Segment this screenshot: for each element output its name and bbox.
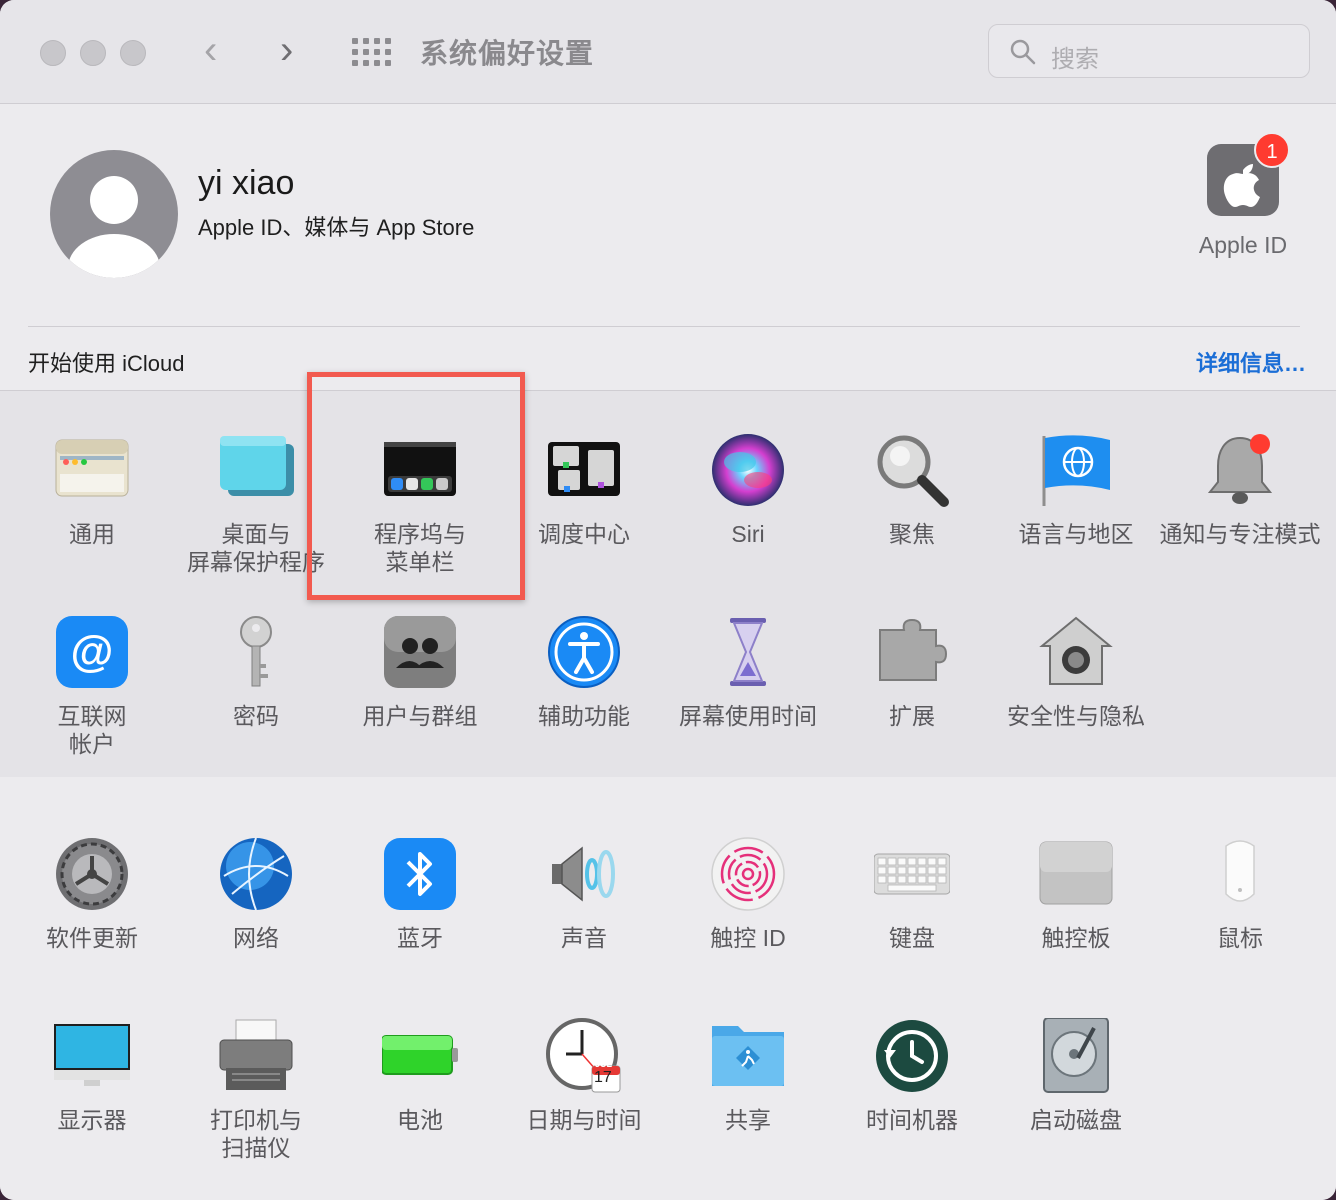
siri-icon — [712, 434, 784, 506]
search-placeholder: 搜索 — [1051, 46, 1099, 73]
close-window-button[interactable] — [40, 40, 66, 66]
battery-icon — [382, 1035, 458, 1075]
pane-label: 日期与时间 — [526, 1107, 642, 1133]
pane-label: 显示器 — [57, 1107, 127, 1133]
pane-label: 触控板 — [1041, 925, 1111, 951]
pane-label: 蓝牙 — [397, 925, 443, 951]
search-field[interactable]: 搜索 — [988, 24, 1310, 78]
calendar-day: 17 — [594, 1069, 612, 1086]
extensions-icon — [879, 618, 948, 681]
internet-accounts-icon: @ — [56, 616, 128, 688]
users-icon — [384, 616, 456, 688]
pane-label: 打印机与 扫描仪 — [210, 1107, 302, 1161]
language-icon — [1042, 435, 1110, 506]
pane-label: 辅助功能 — [538, 703, 630, 729]
desktop-icon — [220, 436, 294, 496]
pane-label: 语言与地区 — [1018, 521, 1134, 547]
details-link[interactable]: 详细信息… — [1196, 346, 1306, 378]
pane-label: 共享 — [725, 1107, 771, 1133]
sound-icon — [552, 846, 615, 902]
keyboard-icon — [874, 853, 950, 895]
user-name: yi xiao — [198, 164, 295, 202]
touch-id-icon — [711, 837, 785, 911]
show-all-grid-icon[interactable] — [352, 38, 391, 66]
mission-control-icon — [548, 442, 620, 496]
printers-icon — [219, 1019, 293, 1090]
pane-label: 通知与专注模式 — [1159, 521, 1321, 547]
user-avatar[interactable] — [50, 150, 178, 278]
person-silhouette-icon — [68, 176, 160, 278]
software-update-icon — [56, 838, 128, 910]
security-icon — [1039, 616, 1113, 685]
sharing-icon — [712, 1026, 784, 1086]
pane-label: 电池 — [397, 1107, 443, 1133]
passwords-icon — [240, 616, 272, 687]
pane-label: 扩展 — [889, 703, 935, 729]
time-machine-icon — [876, 1020, 948, 1092]
back-arrow-icon[interactable]: ‹ — [204, 30, 217, 70]
notification-badge: 1 — [1254, 132, 1290, 168]
window-title: 系统偏好设置 — [420, 38, 595, 69]
pane-label: 声音 — [561, 925, 607, 951]
pane-label: 互联网 帐户 — [57, 703, 127, 757]
pane-label: 用户与群组 — [362, 703, 478, 729]
pane-label: 启动磁盘 — [1030, 1107, 1122, 1133]
screen-time-icon — [730, 618, 766, 686]
startup-disk-icon — [1043, 1018, 1109, 1093]
pane-label: 鼠标 — [1217, 925, 1263, 951]
divider — [28, 326, 1300, 327]
trackpad-icon — [1039, 841, 1113, 905]
account-section: yi xiao Apple ID、媒体与 App Store 1 Apple I… — [0, 104, 1336, 391]
pane-label: 密码 — [233, 703, 279, 729]
pane-label: Siri — [731, 521, 765, 547]
pane-label: 聚焦 — [889, 521, 935, 547]
pane-label: 安全性与隐私 — [1007, 703, 1145, 729]
account-subtitle: Apple ID、媒体与 App Store — [198, 215, 475, 240]
pane-label: 屏幕使用时间 — [679, 703, 817, 729]
apple-id-label: Apple ID — [1198, 232, 1288, 258]
search-icon — [1010, 39, 1036, 65]
pane-label: 网络 — [233, 925, 279, 951]
general-icon — [55, 439, 129, 497]
forward-arrow-icon[interactable]: › — [280, 30, 293, 70]
svg-text:@: @ — [71, 627, 114, 676]
displays-icon — [54, 1024, 130, 1086]
mouse-icon — [1225, 840, 1255, 902]
pane-label: 触控 ID — [710, 925, 786, 951]
calendar-month: JUL — [595, 1059, 613, 1069]
accessibility-icon — [548, 616, 620, 688]
minimize-window-button[interactable] — [80, 40, 106, 66]
pane-label: 键盘 — [889, 925, 935, 951]
zoom-window-button[interactable] — [120, 40, 146, 66]
icloud-prompt: 开始使用 iCloud — [28, 351, 185, 376]
system-preferences-window: ‹ › 系统偏好设置 搜索 yi xiao Apple ID、媒体与 App S… — [0, 0, 1336, 1200]
bluetooth-icon — [384, 838, 456, 910]
spotlight-icon — [877, 435, 949, 507]
pane-label: 软件更新 — [46, 925, 138, 951]
pane-label: 时间机器 — [866, 1107, 958, 1133]
notifications-icon — [1207, 434, 1273, 504]
network-icon — [220, 837, 292, 911]
title-bar: ‹ › 系统偏好设置 搜索 — [0, 0, 1336, 104]
pane-label: 通用 — [69, 521, 115, 547]
highlight-box — [307, 372, 525, 600]
